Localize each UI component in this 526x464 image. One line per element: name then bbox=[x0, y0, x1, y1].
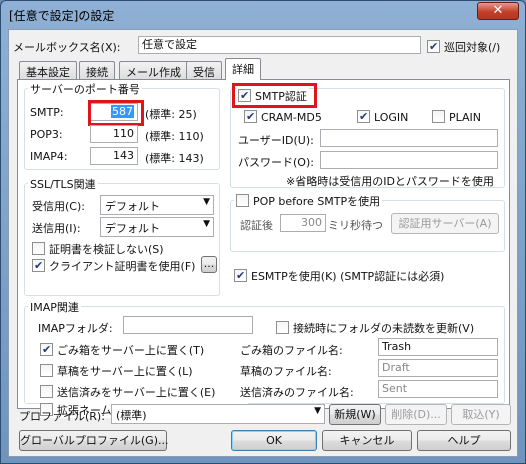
chevron-down-icon: ▼ bbox=[314, 406, 321, 416]
checkbox-icon bbox=[236, 194, 249, 207]
sent-server-label: 送信済みをサーバー上に置く(E) bbox=[57, 386, 216, 399]
patrol-label: 巡回対象(/) bbox=[444, 41, 501, 54]
checkbox-icon bbox=[32, 242, 45, 255]
close-button[interactable]: ✕ bbox=[477, 2, 519, 20]
profile-import-button[interactable]: 取込(Y) bbox=[451, 404, 511, 425]
tab-panel-advanced: サーバーのポート番号 SMTP: 587 (標準: 25) POP3: 110 … bbox=[17, 79, 510, 418]
checkbox-icon bbox=[40, 343, 53, 356]
update-unread-checkbox[interactable]: 接続時にフォルダの未読数を更新(V) bbox=[276, 320, 474, 336]
mailbox-name-label: メールボックス名(X): bbox=[13, 41, 121, 54]
client-cert-label: クライアント証明書を使用(F) bbox=[49, 260, 196, 273]
sent-name-label: 送信済みのファイル名: bbox=[240, 386, 354, 399]
checkbox-icon bbox=[244, 110, 257, 123]
pop3-port-input[interactable]: 110 bbox=[90, 125, 138, 143]
auth-note: ※省略時は受信用のIDとパスワードを使用 bbox=[286, 175, 494, 188]
checkbox-icon bbox=[40, 385, 53, 398]
checkbox-icon bbox=[427, 40, 440, 53]
wait-ms-input[interactable]: 300 bbox=[280, 214, 326, 232]
trash-name-label: ごみ箱のファイル名: bbox=[240, 344, 343, 357]
no-verify-checkbox[interactable]: 証明書を検証しない(S) bbox=[32, 241, 164, 257]
title-bar: [任意で設定]の設定 ✕ bbox=[1, 1, 525, 29]
checkbox-icon bbox=[32, 259, 45, 272]
tab-advanced[interactable]: 詳細 bbox=[225, 58, 261, 80]
draft-server-label: 草稿をサーバー上に置く(L) bbox=[57, 365, 193, 378]
login-checkbox[interactable]: LOGIN bbox=[357, 110, 408, 124]
esmtp-label: ESMTPを使用(K) (SMTP認証には必須) bbox=[251, 270, 445, 283]
imap-group-title: IMAP関連 bbox=[28, 299, 81, 315]
ms-wait-label: ミリ秒待つ bbox=[328, 219, 383, 232]
profile-delete-button[interactable]: 削除(D)... bbox=[385, 404, 447, 425]
ssl-send-select[interactable]: デフォルト ▼ bbox=[100, 217, 214, 237]
pop3-port-label: POP3: bbox=[30, 128, 63, 141]
password-label: パスワード(O): bbox=[238, 156, 314, 169]
profile-value: (標準) bbox=[116, 409, 147, 422]
checkbox-icon bbox=[357, 110, 370, 123]
ssl-group-title: SSL/TLS関連 bbox=[28, 176, 98, 192]
draft-name-label: 草稿のファイル名: bbox=[240, 365, 332, 378]
imap-folder-input[interactable] bbox=[123, 316, 253, 334]
smtp-port-label: SMTP: bbox=[30, 106, 64, 119]
ssl-send-label: 送信用(I): bbox=[32, 222, 81, 235]
tab-receive[interactable]: 受信 bbox=[186, 61, 222, 80]
sent-server-checkbox[interactable]: 送信済みをサーバー上に置く(E) bbox=[40, 384, 215, 400]
window-title: [任意で設定]の設定 bbox=[9, 9, 115, 23]
plain-checkbox[interactable]: PLAIN bbox=[432, 110, 481, 124]
trash-name-input[interactable]: Trash bbox=[378, 338, 498, 356]
imap4-port-std: (標準: 143) bbox=[145, 152, 204, 165]
ssl-recv-value: デフォルト bbox=[105, 200, 160, 213]
ssl-recv-label: 受信用(C): bbox=[32, 200, 85, 213]
cram-md5-label: CRAM-MD5 bbox=[261, 111, 322, 124]
sent-name-input[interactable]: Sent bbox=[378, 380, 498, 398]
userid-label: ユーザーID(U): bbox=[238, 134, 314, 147]
after-auth-label: 認証後 bbox=[240, 219, 273, 232]
password-input[interactable] bbox=[320, 151, 498, 169]
pop3-port-std: (標準: 110) bbox=[145, 130, 204, 143]
dialog-client: メールボックス名(X): 任意で設定 巡回対象(/) 基本設定 接続 メール作成… bbox=[8, 29, 518, 457]
settings-window: [任意で設定]の設定 ✕ メールボックス名(X): 任意で設定 巡回対象(/) … bbox=[0, 0, 526, 464]
cram-md5-checkbox[interactable]: CRAM-MD5 bbox=[244, 110, 322, 124]
browse-cert-button[interactable]: ... bbox=[201, 256, 217, 273]
trash-server-label: ごみ箱をサーバー上に置く(T) bbox=[57, 344, 205, 357]
pop-before-label: POP before SMTPを使用 bbox=[253, 195, 381, 208]
imap-folder-label: IMAPフォルダ: bbox=[38, 322, 113, 335]
profile-select[interactable]: (標準) ▼ bbox=[111, 404, 325, 424]
tab-basic[interactable]: 基本設定 bbox=[19, 61, 77, 80]
auth-server-button[interactable]: 認証用サーバー(A) bbox=[391, 213, 499, 234]
checkbox-icon bbox=[432, 110, 445, 123]
draft-server-checkbox[interactable]: 草稿をサーバー上に置く(L) bbox=[40, 363, 193, 379]
tab-connection[interactable]: 接続 bbox=[79, 61, 115, 80]
login-label: LOGIN bbox=[374, 111, 409, 124]
tab-compose[interactable]: メール作成 bbox=[119, 61, 188, 80]
smtp-port-highlight bbox=[88, 100, 144, 126]
userid-input[interactable] bbox=[320, 129, 498, 147]
plain-label: PLAIN bbox=[449, 111, 482, 124]
ports-group-title: サーバーのポート番号 bbox=[28, 81, 142, 97]
client-cert-checkbox[interactable]: クライアント証明書を使用(F) bbox=[32, 258, 195, 274]
chevron-down-icon: ▼ bbox=[203, 219, 210, 229]
draft-name-input[interactable]: Draft bbox=[378, 359, 498, 377]
help-button[interactable]: ヘルプ bbox=[417, 430, 511, 451]
mailbox-name-input[interactable]: 任意で設定 bbox=[138, 36, 421, 54]
profile-label: プロファイル(R): bbox=[19, 410, 105, 423]
imap4-port-label: IMAP4: bbox=[30, 150, 68, 163]
chevron-down-icon: ▼ bbox=[203, 197, 210, 207]
global-profile-button[interactable]: グローバルプロファイル(G)... bbox=[19, 430, 169, 451]
imap4-port-input[interactable]: 143 bbox=[90, 147, 138, 165]
esmtp-checkbox[interactable]: ESMTPを使用(K) (SMTP認証には必須) bbox=[234, 268, 444, 284]
update-unread-label: 接続時にフォルダの未読数を更新(V) bbox=[293, 322, 475, 335]
checkbox-icon bbox=[234, 269, 247, 282]
checkbox-icon bbox=[40, 364, 53, 377]
profile-new-button[interactable]: 新規(W) bbox=[329, 404, 381, 425]
smtp-auth-highlight bbox=[232, 83, 317, 108]
ok-button[interactable]: OK bbox=[231, 430, 317, 451]
smtp-port-std: (標準: 25) bbox=[145, 108, 197, 121]
no-verify-label: 証明書を検証しない(S) bbox=[49, 243, 164, 256]
ssl-recv-select[interactable]: デフォルト ▼ bbox=[100, 195, 214, 215]
patrol-checkbox[interactable]: 巡回対象(/) bbox=[427, 39, 500, 55]
trash-server-checkbox[interactable]: ごみ箱をサーバー上に置く(T) bbox=[40, 342, 204, 358]
ssl-send-value: デフォルト bbox=[105, 222, 160, 235]
cancel-button[interactable]: キャンセル bbox=[322, 430, 412, 451]
pop-before-checkbox[interactable]: POP before SMTPを使用 bbox=[234, 193, 383, 209]
checkbox-icon bbox=[276, 321, 289, 334]
